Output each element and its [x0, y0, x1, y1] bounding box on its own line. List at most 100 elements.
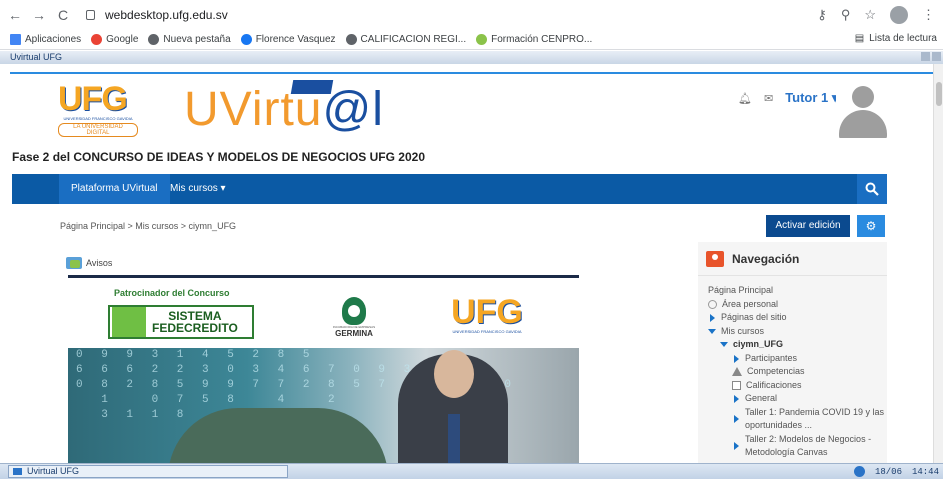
messages-icon[interactable]: ✉: [764, 92, 773, 105]
notification-bell-icon[interactable]: 🔔︎: [738, 92, 752, 105]
facebook-icon: [240, 34, 252, 45]
nav-item-taller-1[interactable]: Taller 1: Pandemia COVID 19 y las oportu…: [708, 406, 887, 433]
site-icon: [476, 34, 488, 45]
search-icon[interactable]: [857, 174, 887, 204]
breadcrumb[interactable]: Página Principal > Mis cursos > ciymn_UF…: [60, 221, 236, 231]
forward-icon[interactable]: →: [30, 7, 48, 23]
navigation-block-header: Navegación: [698, 242, 887, 276]
bookmark-formacion[interactable]: Formación CENPRO...: [476, 34, 592, 45]
system-tray: 18/06 14:44: [853, 466, 939, 477]
ufg-logo-tagline: LA UNIVERSIDAD DIGITAL: [58, 123, 138, 137]
globe-icon: [345, 34, 357, 45]
nav-item-general[interactable]: General: [708, 392, 887, 406]
navigation-block: Navegación Página Principal Área persona…: [698, 242, 887, 463]
profile-avatar[interactable]: [890, 6, 908, 24]
table-icon: [732, 380, 741, 390]
bookmark-new-tab[interactable]: Nueva pestaña: [148, 34, 231, 45]
nav-item-taller-2[interactable]: Taller 2: Modelos de Negocios - Metodolo…: [708, 433, 887, 460]
user-menu-toggle[interactable]: Tutor 1 ▾: [785, 90, 838, 106]
taskbar: Uvirtual UFG 18/06 14:44: [0, 463, 943, 479]
chevron-right-icon[interactable]: [734, 354, 739, 363]
bookmark-label: CALIFICACION REGI...: [360, 34, 467, 45]
url-text: webdesktop.ufg.edu.sv: [105, 8, 228, 22]
reading-list[interactable]: ▤ Lista de lectura: [855, 33, 937, 44]
course-banner-image: Patrocinador del Concurso SISTEMA FEDECRE…: [68, 275, 579, 463]
nav-item-dashboard[interactable]: Área personal: [708, 298, 887, 312]
chevron-right-icon[interactable]: [734, 395, 739, 403]
germina-mark: [342, 297, 366, 325]
reload-icon[interactable]: C: [54, 7, 72, 23]
zoom-icon[interactable]: ⚲: [841, 7, 851, 23]
scrollbar-thumb[interactable]: [936, 82, 942, 106]
page-title: Fase 2 del CONCURSO DE IDEAS Y MODELOS D…: [12, 150, 425, 164]
moodle-page: UFG UNIVERSIDAD FRANCISCO GAVIDIA LA UNI…: [0, 64, 933, 463]
minimize-button[interactable]: [921, 52, 930, 61]
banner-top-bar: [68, 275, 579, 278]
dashboard-icon: [708, 299, 717, 309]
nav-item-label: ciymn_UFG: [733, 339, 784, 349]
browser-toolbar: ← → C webdesktop.ufg.edu.sv ⚷ ⚲ ☆ ⋮: [0, 0, 943, 30]
gear-icon[interactable]: ⚙: [857, 215, 885, 237]
nav-item-label: Páginas del sitio: [721, 312, 787, 322]
nav-item-competencies[interactable]: Competencias: [708, 365, 887, 379]
bookmark-google[interactable]: Google: [91, 34, 138, 45]
key-icon[interactable]: ⚷: [817, 7, 827, 23]
chevron-right-icon[interactable]: [734, 441, 739, 450]
banner-photo: 0 9 9 3 1 4 5 2 8 5 6 6 6 2 2 3 0 3 4 6 …: [68, 348, 579, 463]
browser-icon[interactable]: [853, 466, 865, 477]
nav-item-grades[interactable]: Calificaciones: [708, 379, 887, 393]
window-controls: [921, 52, 941, 61]
tray-date: 18/06: [874, 466, 902, 477]
nav-item-label: General: [745, 393, 778, 403]
germina-logo: INCUBADORA DE EMPRESAS GERMINA: [326, 297, 382, 338]
turn-editing-on-button[interactable]: Activar edición: [766, 215, 850, 237]
nav-item-site-pages[interactable]: Páginas del sitio: [708, 311, 887, 325]
header-top-line: [10, 72, 933, 74]
forum-icon: [66, 257, 82, 269]
bookmark-calificacion[interactable]: CALIFICACION REGI...: [345, 34, 467, 45]
nav-home-link[interactable]: Plataforma UVirtual: [59, 174, 170, 204]
taskbar-window-button[interactable]: Uvirtual UFG: [8, 465, 288, 478]
nav-item-my-courses[interactable]: Mis cursos: [708, 325, 887, 339]
nav-item-participants[interactable]: Participantes: [708, 352, 887, 366]
forum-avisos-link[interactable]: Avisos: [66, 257, 112, 269]
uvirtual-logo[interactable]: UVirtu@l: [184, 86, 384, 134]
address-bar[interactable]: webdesktop.ufg.edu.sv: [86, 8, 228, 22]
nav-item-label: Mis cursos: [721, 325, 765, 336]
chevron-right-icon[interactable]: [710, 314, 715, 322]
bookmark-label: Florence Vasquez: [255, 34, 336, 45]
nav-item-home[interactable]: Página Principal: [708, 284, 887, 298]
nav-item-label: Competencias: [747, 366, 805, 376]
navigation-block-title: Navegación: [732, 251, 800, 266]
fedecredito-logo: SISTEMA FEDECREDITO: [108, 305, 254, 339]
menu-icon[interactable]: ⋮: [922, 7, 935, 23]
main-navbar: Plataforma UVirtual Mis cursos ▾: [12, 174, 887, 204]
maximize-button[interactable]: [932, 52, 941, 61]
star-icon[interactable]: ☆: [864, 7, 876, 23]
bookmark-florence[interactable]: Florence Vasquez: [240, 34, 336, 45]
fedecredito-line2: FEDECREDITO: [152, 321, 238, 335]
bookmark-apps[interactable]: Aplicaciones: [10, 34, 81, 45]
browser-actions: ⚷ ⚲ ☆ ⋮: [817, 6, 935, 24]
ufg-logo[interactable]: UFG UNIVERSIDAD FRANCISCO GAVIDIA LA UNI…: [58, 82, 138, 138]
window-title-bar: Uvirtual UFG: [0, 51, 943, 64]
ufg-logo-subtitle: UNIVERSIDAD FRANCISCO GAVIDIA: [63, 116, 133, 121]
avisos-label: Avisos: [86, 258, 113, 268]
globe-icon: [148, 34, 160, 45]
chevron-right-icon[interactable]: [734, 414, 739, 423]
chevron-down-icon[interactable]: [720, 342, 728, 347]
businessman: [398, 350, 508, 463]
chevron-down-icon[interactable]: [708, 328, 716, 334]
fedecredito-mark: [112, 307, 146, 337]
back-icon[interactable]: ←: [6, 7, 24, 23]
nav-my-courses[interactable]: Mis cursos ▾: [170, 174, 226, 204]
tray-time: 14:44: [911, 466, 939, 477]
ufg-sponsor-letters: UFG: [451, 293, 523, 331]
nav-item-label: Taller 2: Modelos de Negocios - Metodolo…: [745, 433, 872, 458]
page-scrollbar[interactable]: [933, 64, 943, 463]
google-icon: [91, 34, 103, 45]
competency-icon: [732, 367, 742, 376]
nav-item-course[interactable]: ciymn_UFG: [708, 338, 887, 352]
avatar[interactable]: [836, 84, 890, 138]
lock-icon: [86, 10, 95, 20]
